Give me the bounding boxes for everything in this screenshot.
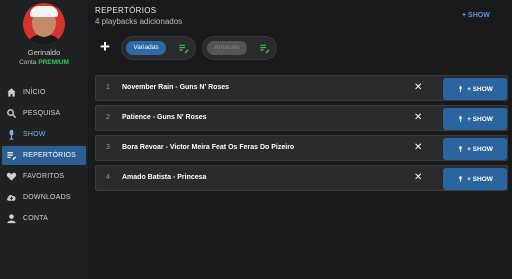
microphone-icon [459,176,462,182]
add-to-show-button[interactable]: + SHOW [443,168,507,190]
add-to-show-label: + SHOW [467,85,493,93]
sidebar-item-label: CONTA [23,215,48,222]
microphone-icon [459,86,462,92]
sidebar-item-label: PESQUISA [23,110,61,117]
sidebar-item-repertorios[interactable]: REPERTÓRIOS [2,146,86,165]
microphone-icon [459,116,462,122]
add-show-button[interactable]: + SHOW [462,12,490,19]
song-title: November Rain - Guns N' Roses [122,84,230,91]
page-title: REPERTÓRIOS [95,6,157,15]
sidebar-item-label: FAVORITOS [23,173,65,180]
home-icon [7,88,16,97]
song-title: Bora Revoar - Victor Meira Feat Os Feras… [122,144,295,151]
sidebar-item-label: REPERTÓRIOS [23,152,77,159]
song-row[interactable]: 3 Bora Revoar - Victor Meira Feat Os Fer… [95,135,508,161]
edit-playlist-icon[interactable] [259,43,271,54]
sidebar: Gerinaldo Conta PREMIUM INÍCIO PESQUISA … [0,0,88,279]
song-row[interactable]: 4 Amado Batista - Princesa ✕ + SHOW [95,165,508,191]
avatar[interactable] [23,3,65,45]
song-number: 3 [106,144,110,151]
repertoire-chip-group: Amacaio [202,36,277,60]
add-to-show-button[interactable]: + SHOW [443,138,507,160]
avatar-cap [30,6,58,17]
edit-playlist-icon[interactable] [178,43,190,54]
repertoire-chip-group: Variadas [121,36,196,60]
song-row[interactable]: 1 November Rain - Guns N' Roses ✕ + SHOW [95,75,508,101]
microphone-icon [9,129,14,140]
person-icon [7,214,16,224]
song-number: 2 [106,114,110,121]
song-title: Patience - Guns N' Roses [122,114,207,121]
add-to-show-button[interactable]: + SHOW [443,78,507,100]
account-tier: Conta PREMIUM [0,59,88,66]
search-icon [7,109,17,119]
remove-song-icon[interactable]: ✕ [414,142,422,153]
account-tier-label: PREMIUM [38,59,69,66]
remove-song-icon[interactable]: ✕ [414,112,422,123]
add-to-show-button[interactable]: + SHOW [443,108,507,130]
sidebar-item-label: DOWNLOADS [23,194,71,201]
add-repertoire-button[interactable]: + [100,38,110,56]
song-row[interactable]: 2 Patience - Guns N' Roses ✕ + SHOW [95,105,508,131]
song-title: Amado Batista - Princesa [122,174,207,181]
add-to-show-label: + SHOW [467,115,493,123]
song-number: 1 [106,84,110,91]
sidebar-item-show[interactable]: SHOW [2,125,86,144]
sidebar-item-label: INÍCIO [23,89,46,96]
add-to-show-label: + SHOW [467,175,493,183]
page-subtitle: 4 playbacks adicionados [95,17,183,26]
microphone-icon [459,146,462,152]
repertoire-chip-amacaio[interactable]: Amacaio [207,41,247,55]
song-number: 4 [106,174,110,181]
user-name: Gerinaldo [27,48,61,57]
sidebar-item-label: SHOW [23,131,46,138]
remove-song-icon[interactable]: ✕ [414,172,422,183]
sidebar-item-conta[interactable]: CONTA [2,209,86,228]
remove-song-icon[interactable]: ✕ [414,82,422,93]
sidebar-item-downloads[interactable]: DOWNLOADS [2,188,86,207]
repertoire-chip-variadas[interactable]: Variadas [126,41,166,55]
sidebar-item-favoritos[interactable]: FAVORITOS [2,167,86,186]
sidebar-nav: INÍCIO PESQUISA SHOW REPERTÓRIOS FAVORIT… [2,83,86,230]
cloud-download-icon [7,195,16,201]
heart-icon [6,172,17,181]
sidebar-item-inicio[interactable]: INÍCIO [2,83,86,102]
playlist-icon [7,152,17,161]
add-to-show-label: + SHOW [467,145,493,153]
account-prefix: Conta [19,59,37,66]
song-list: 1 November Rain - Guns N' Roses ✕ + SHOW… [95,75,508,195]
sidebar-item-pesquisa[interactable]: PESQUISA [2,104,86,123]
